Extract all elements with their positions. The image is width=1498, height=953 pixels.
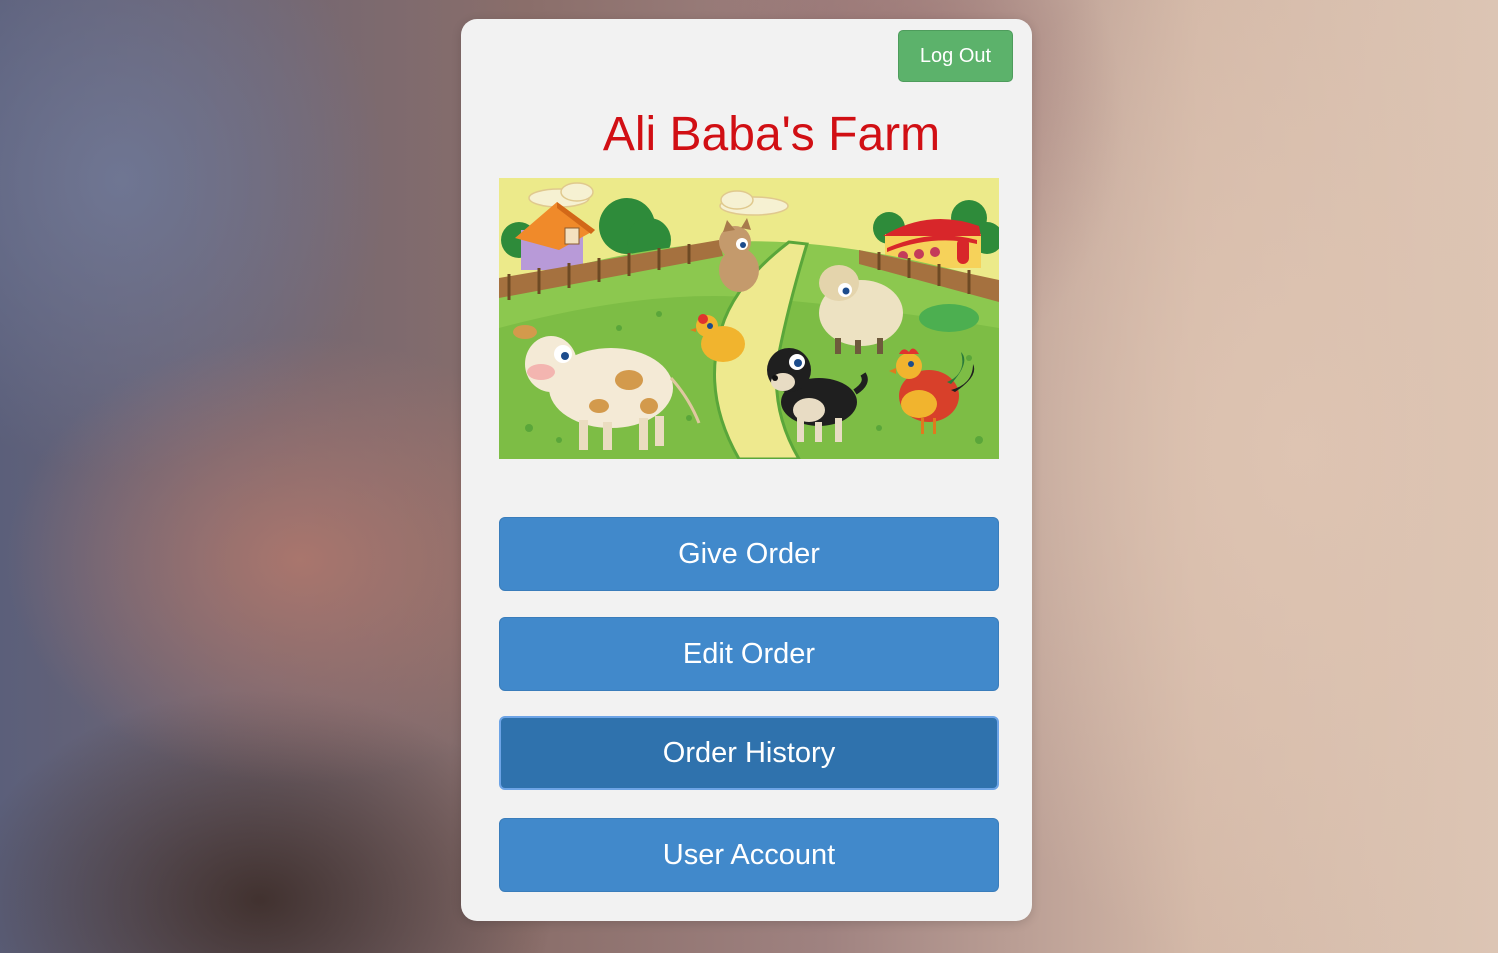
page-title: Ali Baba's Farm xyxy=(602,108,941,161)
order-history-button[interactable]: Order History xyxy=(499,716,999,790)
user-account-button[interactable]: User Account xyxy=(499,818,999,892)
give-order-button[interactable]: Give Order xyxy=(499,517,999,591)
edit-order-button[interactable]: Edit Order xyxy=(499,617,999,691)
logout-button[interactable]: Log Out xyxy=(898,30,1013,82)
farm-banner-image xyxy=(499,178,999,459)
main-card: Log Out Ali Baba's Farm Give Order Edit … xyxy=(461,19,1032,921)
